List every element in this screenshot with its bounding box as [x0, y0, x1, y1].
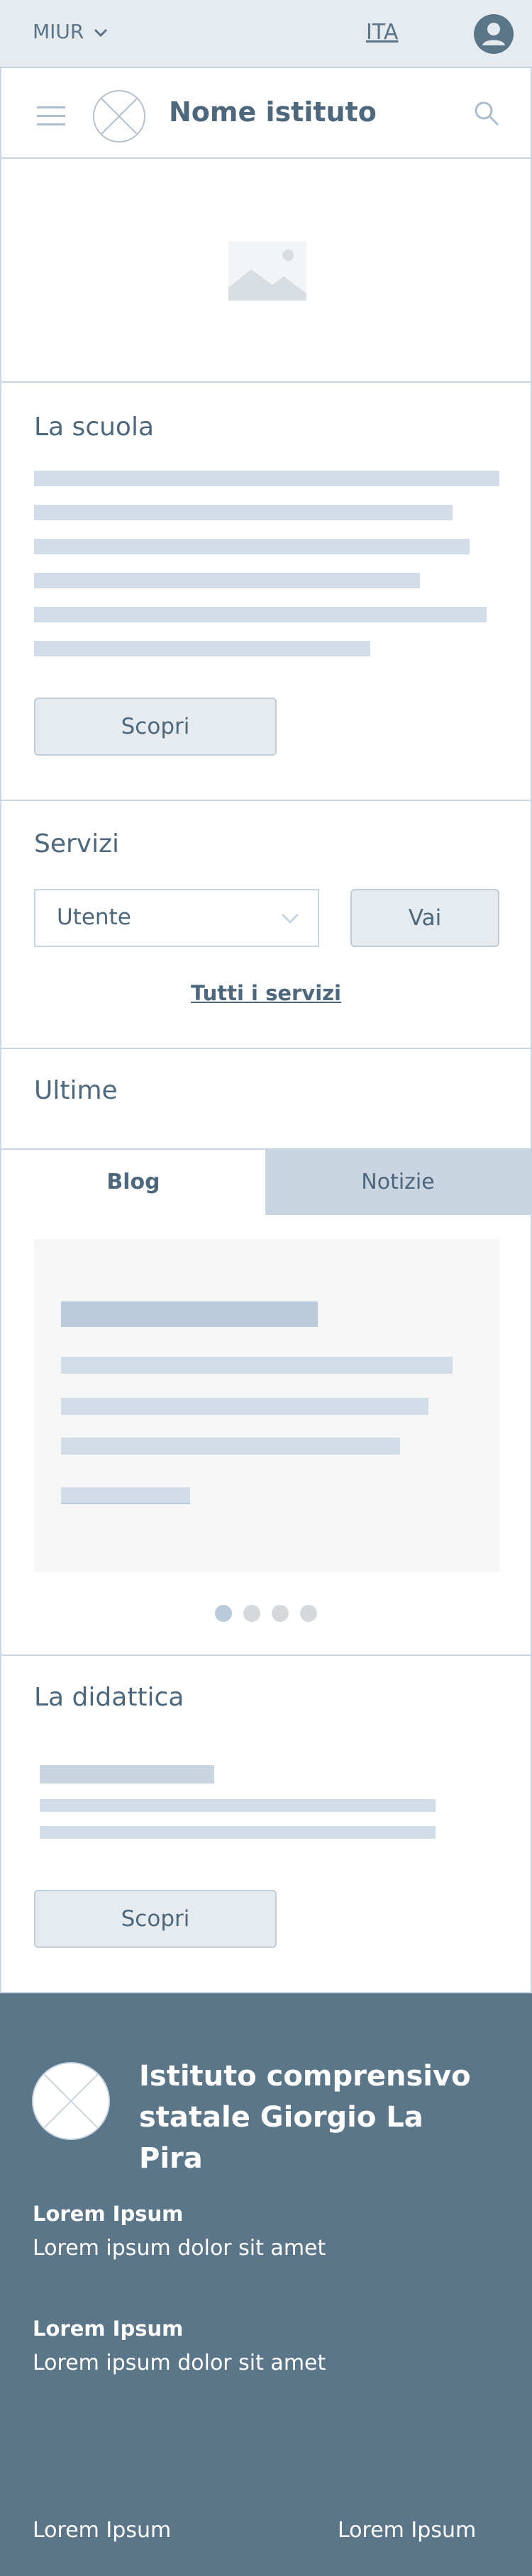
carousel-dot[interactable]	[272, 1605, 289, 1622]
carousel-dot[interactable]	[215, 1605, 232, 1622]
dropdown-chevron-icon	[281, 913, 299, 924]
user-type-select[interactable]: Utente	[34, 889, 319, 947]
site-header: Nome istituto	[0, 68, 532, 159]
select-value: Utente	[57, 905, 131, 930]
section-servizi: Servizi Utente Vai Tutti i servizi	[0, 801, 532, 1049]
text-placeholder-line	[40, 1799, 436, 1812]
logo-placeholder-icon[interactable]	[31, 2061, 111, 2141]
hero-image	[0, 159, 532, 383]
site-footer: Istituto comprensivo statale Giorgio La …	[0, 1993, 532, 2576]
tab-blog[interactable]: Blog	[1, 1150, 265, 1215]
school-name[interactable]: Nome istituto	[169, 96, 377, 128]
top-bar: MIUR ITA	[0, 0, 532, 68]
language-link[interactable]: ITA	[366, 20, 398, 45]
text-placeholder-line	[34, 641, 370, 656]
section-ultime: Ultime Blog Notizie	[0, 1049, 532, 1656]
section-title: La didattica	[34, 1683, 184, 1712]
card-title-placeholder	[61, 1301, 318, 1327]
all-services-link[interactable]: Tutti i servizi	[1, 981, 531, 1005]
text-placeholder-line	[34, 573, 420, 588]
text-placeholder-line	[61, 1438, 400, 1455]
section-title: La scuola	[34, 413, 155, 442]
footer-school-name: Istituto comprensivo statale Giorgio La …	[139, 2060, 471, 2175]
scopri-button[interactable]: Scopri	[34, 698, 277, 756]
footer-heading: Lorem Ipsum	[33, 2202, 184, 2226]
user-icon[interactable]	[474, 14, 514, 54]
scopri-button[interactable]: Scopri	[34, 1890, 277, 1948]
text-placeholder-line	[34, 471, 499, 486]
footer-text: Lorem ipsum dolor sit amet	[33, 2236, 326, 2261]
menu-icon[interactable]	[37, 106, 65, 126]
link-placeholder[interactable]	[61, 1487, 190, 1504]
text-placeholder-line	[61, 1398, 428, 1415]
footer-link[interactable]: Lorem Ipsum	[338, 2518, 476, 2543]
vai-button[interactable]: Vai	[350, 889, 499, 947]
page: MIUR ITA Nome istituto La scuola Scopri …	[0, 0, 532, 2576]
text-placeholder-line	[34, 607, 487, 622]
text-placeholder-line	[40, 1826, 436, 1839]
section-la-didattica: La didattica Scopri	[0, 1656, 532, 1993]
text-placeholder-line	[61, 1357, 453, 1374]
logo-placeholder-icon[interactable]	[92, 89, 146, 143]
section-la-scuola: La scuola Scopri	[0, 383, 532, 801]
carousel-dot[interactable]	[300, 1605, 317, 1622]
text-placeholder-line	[34, 505, 453, 520]
footer-text: Lorem ipsum dolor sit amet	[33, 2351, 326, 2375]
org-dropdown-label[interactable]: MIUR	[33, 20, 84, 43]
tab-notizie[interactable]: Notizie	[265, 1150, 531, 1215]
footer-heading: Lorem Ipsum	[33, 2317, 184, 2341]
carousel-pagination	[1, 1605, 531, 1622]
news-tabs: Blog Notizie	[1, 1148, 531, 1215]
footer-link[interactable]: Lorem Ipsum	[33, 2518, 171, 2543]
image-placeholder-icon	[228, 241, 306, 301]
search-icon[interactable]	[472, 99, 501, 128]
carousel-dot[interactable]	[243, 1605, 260, 1622]
news-card[interactable]	[34, 1239, 499, 1572]
chevron-down-icon[interactable]	[92, 24, 109, 41]
section-title: Servizi	[34, 829, 120, 858]
subtitle-placeholder	[40, 1765, 214, 1783]
section-title: Ultime	[34, 1076, 118, 1105]
text-placeholder-line	[34, 539, 470, 554]
